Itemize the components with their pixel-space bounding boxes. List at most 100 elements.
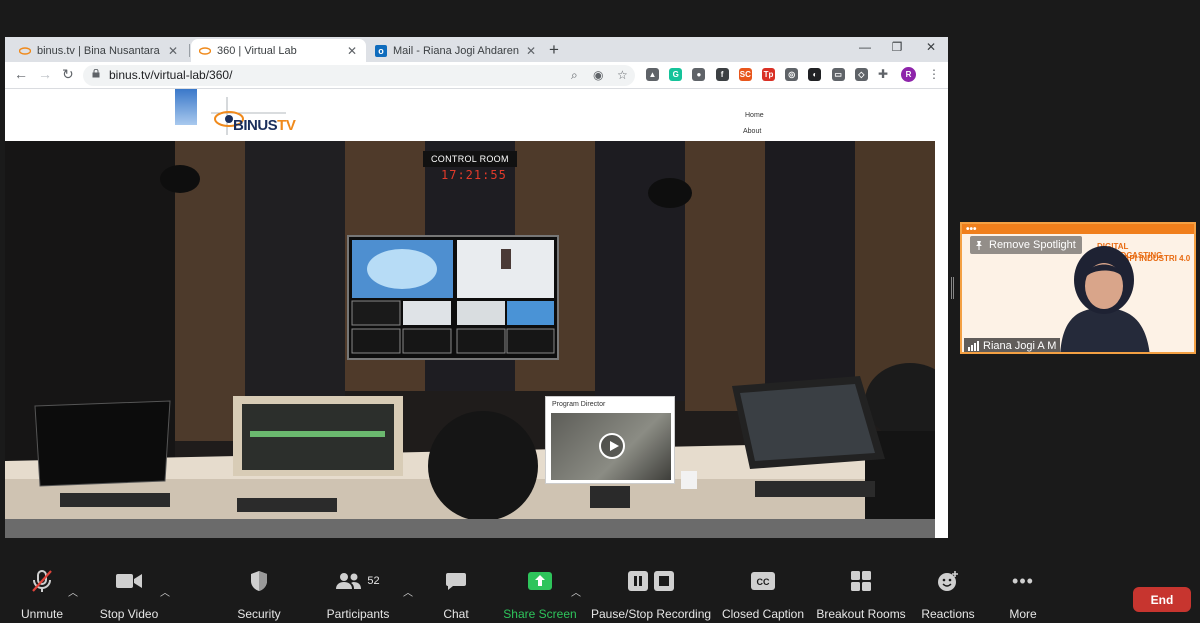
closed-caption-button[interactable]: CC Closed Caption	[720, 566, 806, 623]
studio-clock: 17:21:55	[441, 168, 507, 182]
compass-extension-icon[interactable]: ◎	[785, 68, 799, 81]
more-dots-icon: •••	[1012, 570, 1034, 591]
share-screen-label: Share Screen	[503, 607, 577, 621]
participants-button[interactable]: 52 Participants	[325, 566, 391, 623]
pause-stop-icon	[628, 571, 674, 591]
url-text: binus.tv/virtual-lab/360/	[109, 68, 233, 82]
logo-binus: BINUS	[233, 117, 278, 134]
profile-avatar[interactable]: R	[901, 67, 916, 82]
participants-count: 52	[367, 575, 380, 587]
reactions-label: Reactions	[921, 607, 975, 621]
breakout-rooms-icon	[851, 571, 871, 591]
panel-resize-handle[interactable]	[951, 277, 954, 299]
tab-close-icon[interactable]: ✕	[167, 44, 179, 58]
tab-title: 360 | Virtual Lab	[217, 44, 297, 57]
share-options-caret-icon[interactable]: ︿	[571, 584, 581, 599]
browser-tab-binus-tv[interactable]: binus.tv | Bina Nusantara Televisi ✕	[11, 39, 187, 62]
minimize-icon[interactable]: —	[850, 40, 880, 54]
more-button[interactable]: ••• More	[1003, 566, 1043, 623]
new-tab-plus-icon[interactable]: +	[549, 40, 559, 60]
sc-extension-icon[interactable]: SC	[738, 68, 752, 81]
blue-accent-bar	[175, 89, 197, 125]
grammarly-extension-icon[interactable]: G	[669, 68, 683, 81]
extensions-puzzle-icon[interactable]: ✚	[878, 67, 888, 81]
reactions-smiley-icon	[938, 571, 958, 591]
participant-name-tag: Riana Jogi A M	[964, 338, 1061, 352]
control-room-label: CONTROL ROOM	[423, 151, 517, 167]
reload-icon[interactable]: ↻	[62, 66, 74, 83]
security-label: Security	[237, 607, 281, 621]
spotlight-video-tile[interactable]: ••• DIGITAL BROADCASTING ADAPI INDUSTRI …	[960, 222, 1196, 354]
tab-divider	[189, 44, 190, 57]
video-camera-icon	[116, 574, 142, 588]
chat-bubble-icon	[446, 573, 466, 590]
tracking-eye-icon[interactable]: ◉	[593, 68, 603, 82]
tab-close-icon[interactable]: ✕	[525, 44, 537, 58]
circle-extension-icon[interactable]: ●	[692, 68, 706, 81]
lock-icon	[92, 69, 100, 78]
share-screen-button[interactable]: Share Screen	[503, 566, 577, 623]
outlook-favicon-icon: o	[375, 44, 387, 57]
forward-arrow-icon[interactable]: →	[38, 66, 52, 82]
shield-icon	[251, 571, 267, 591]
browser-tab-mail[interactable]: o Mail - Riana Jogi Ahdareni M - O ✕	[367, 39, 545, 62]
tab-title: binus.tv | Bina Nusantara Televisi	[37, 44, 161, 57]
remove-spotlight-button[interactable]: Remove Spotlight	[970, 236, 1082, 254]
chat-button[interactable]: Chat	[437, 566, 475, 623]
stop-video-label: Stop Video	[99, 607, 159, 621]
cube-extension-icon[interactable]: ▲	[646, 68, 659, 81]
more-label: More	[1009, 607, 1037, 621]
program-director-hotspot[interactable]: Program Director	[545, 396, 675, 484]
address-bar[interactable]: binus.tv/virtual-lab/360/ ⌕ ◉ ☆	[83, 65, 635, 86]
restore-icon[interactable]: ❐	[882, 40, 912, 54]
participants-label: Participants	[326, 607, 390, 621]
recording-label: Pause/Stop Recording	[590, 607, 712, 621]
meeting-controls-bar: Unmute ︿ Stop Video ︿ Security 52 Partic…	[0, 566, 1200, 623]
chat-extension-icon[interactable]: ▭	[831, 68, 845, 81]
tile-options-icon[interactable]: •••	[966, 224, 977, 235]
page-footer-bar	[5, 519, 935, 538]
site-header: BINUSTV Home About	[5, 89, 935, 141]
control-room-360-view[interactable]: CONTROL ROOM 17:21:55 Program Director	[5, 141, 935, 519]
participant-video	[1060, 246, 1150, 352]
binus-favicon-icon	[19, 45, 31, 57]
close-window-icon[interactable]: ✕	[916, 40, 946, 54]
browser-toolbar: ← → ↻ binus.tv/virtual-lab/360/ ⌕ ◉ ☆ ▲ G…	[5, 62, 948, 89]
nav-home-link[interactable]: Home	[745, 112, 764, 119]
signal-bars-icon	[968, 341, 979, 351]
unmute-button[interactable]: Unmute	[14, 566, 70, 623]
zoom-magnifier-icon[interactable]: ⌕	[571, 68, 578, 83]
security-button[interactable]: Security	[233, 566, 285, 623]
pause-stop-recording-button[interactable]: Pause/Stop Recording	[591, 566, 711, 623]
video-options-caret-icon[interactable]: ︿	[160, 584, 170, 599]
back-arrow-icon[interactable]: ←	[14, 66, 28, 82]
browser-menu-icon[interactable]: ⋮	[928, 67, 940, 81]
browser-tab-strip: binus.tv | Bina Nusantara Televisi ✕ 360…	[5, 37, 948, 62]
reactions-button[interactable]: Reactions	[918, 566, 978, 623]
tab-title: Mail - Riana Jogi Ahdareni M - O	[393, 44, 519, 57]
participants-options-caret-icon[interactable]: ︿	[403, 584, 413, 599]
tab-close-icon[interactable]: ✕	[346, 44, 358, 58]
mask-extension-icon[interactable]: ◐	[808, 68, 822, 81]
control-room-scene	[5, 141, 935, 519]
tp-extension-icon[interactable]: Tp	[762, 68, 775, 81]
breakout-rooms-button[interactable]: Breakout Rooms	[814, 566, 908, 623]
hotspot-thumbnail	[551, 413, 671, 480]
shared-browser-window: binus.tv | Bina Nusantara Televisi ✕ 360…	[5, 37, 948, 538]
play-icon[interactable]	[599, 433, 625, 459]
audio-options-caret-icon[interactable]: ︿	[68, 584, 78, 599]
svg-text:CC: CC	[757, 577, 770, 587]
participants-icon	[336, 573, 362, 589]
end-meeting-button[interactable]: End	[1133, 587, 1191, 612]
browser-tab-virtual-lab[interactable]: 360 | Virtual Lab ✕	[191, 39, 366, 62]
shield-extension-icon[interactable]: ◇	[854, 68, 868, 81]
bookmark-star-icon[interactable]: ☆	[617, 68, 628, 82]
stop-video-button[interactable]: Stop Video	[97, 566, 161, 623]
facebook-extension-icon[interactable]: f	[715, 68, 729, 81]
remove-spotlight-label: Remove Spotlight	[989, 239, 1076, 251]
chat-label: Chat	[443, 607, 469, 621]
nav-about-link[interactable]: About	[743, 128, 761, 135]
unmute-label: Unmute	[20, 607, 64, 621]
site-logo-text[interactable]: BINUSTV	[233, 117, 296, 134]
breakout-rooms-label: Breakout Rooms	[816, 607, 906, 621]
